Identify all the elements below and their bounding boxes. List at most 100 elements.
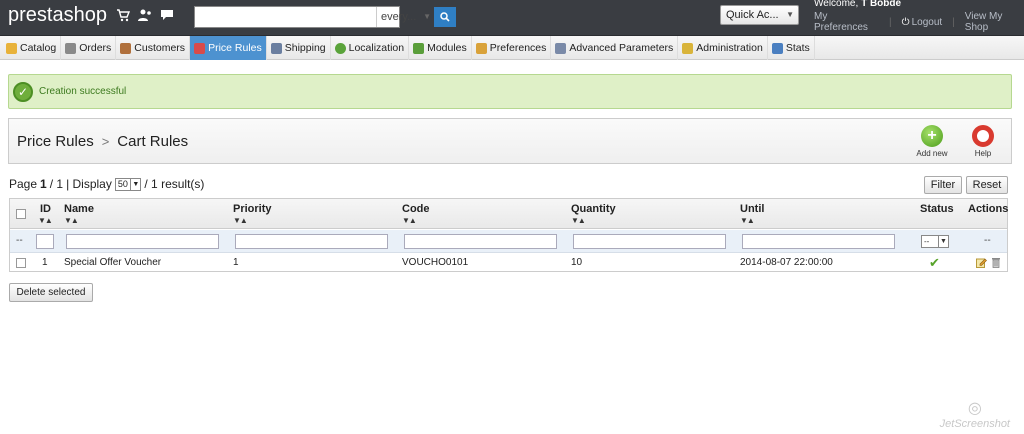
success-alert: ✓ Creation successful (8, 74, 1012, 109)
price-rules-icon (194, 42, 206, 54)
page-label: Page (9, 177, 38, 191)
header-search: every... ▼ (194, 6, 456, 28)
chevron-down-icon: ▼ (938, 236, 948, 247)
row-checkbox[interactable] (16, 258, 26, 268)
shop-logo[interactable]: prestashop (8, 4, 107, 27)
filter-priority-input[interactable] (235, 234, 388, 249)
col-quantity[interactable]: Quantity (571, 203, 616, 215)
filter-name-input[interactable] (66, 234, 219, 249)
new-messages-icon[interactable] (160, 8, 174, 22)
sort-arrows-icon[interactable]: ▼▲ (64, 216, 79, 225)
add-icon: + (921, 125, 943, 147)
tab-advanced-parameters[interactable]: Advanced Parameters (551, 36, 679, 60)
sort-arrows-icon[interactable]: ▼▲ (740, 216, 755, 225)
my-preferences-link[interactable]: My Preferences (814, 11, 879, 33)
separator: | (952, 16, 955, 28)
filter-until-input[interactable] (742, 234, 895, 249)
cell-code: VOUCHO0101 (402, 257, 469, 268)
page-heading-panel: Price Rules > Cart Rules + Add new Help (8, 118, 1012, 164)
success-message: Creation successful (39, 86, 127, 97)
breadcrumb: Price Rules > Cart Rules (17, 133, 188, 150)
col-priority[interactable]: Priority (233, 203, 272, 215)
welcome-prefix: Welcome, (814, 0, 862, 9)
breadcrumb-parent[interactable]: Price Rules (17, 133, 94, 150)
wrench-icon (555, 42, 567, 54)
cell-name: Special Offer Voucher (64, 257, 162, 268)
new-customers-icon[interactable] (138, 8, 152, 22)
breadcrumb-separator: > (101, 134, 110, 149)
tab-price-rules[interactable]: Price Rules (190, 36, 267, 60)
tab-label: Price Rules (208, 42, 262, 54)
logout-label: Logout (911, 16, 943, 28)
sort-arrows-icon[interactable]: ▼▲ (571, 216, 586, 225)
tab-localization[interactable]: Localization (331, 36, 410, 60)
delete-icon[interactable] (991, 257, 1001, 271)
tab-administration[interactable]: Administration (678, 36, 768, 60)
separator: | (889, 16, 892, 28)
help-button[interactable]: Help (969, 125, 997, 158)
col-id[interactable]: ID (40, 203, 51, 215)
col-name[interactable]: Name (64, 203, 94, 215)
filter-row: -- -- ▼ -- (10, 230, 1007, 253)
sort-arrows-icon[interactable]: ▼▲ (38, 216, 53, 225)
new-orders-icon[interactable] (116, 8, 131, 22)
search-input[interactable] (195, 7, 376, 27)
tab-label: Localization (348, 42, 405, 54)
col-code[interactable]: Code (402, 203, 430, 215)
col-actions: Actions (968, 203, 1009, 215)
tab-label: Modules (427, 42, 467, 54)
select-all-checkbox[interactable] (16, 209, 26, 219)
customers-icon (120, 42, 132, 54)
page-total: / 1 (49, 177, 64, 191)
tab-stats[interactable]: Stats (768, 36, 815, 60)
chevron-down-icon: ▼ (786, 10, 794, 19)
search-button[interactable] (434, 7, 456, 27)
edit-icon[interactable] (976, 257, 987, 271)
display-label: | Display (66, 177, 112, 191)
search-scope-select[interactable]: every... ▼ (376, 7, 434, 27)
filter-quantity-input[interactable] (573, 234, 726, 249)
welcome-text: Welcome, T Bobde (814, 0, 901, 9)
reset-button[interactable]: Reset (966, 176, 1008, 194)
filter-code-input[interactable] (404, 234, 557, 249)
tab-label: Shipping (284, 42, 326, 54)
tab-modules[interactable]: Modules (409, 36, 472, 60)
delete-selected-button[interactable]: Delete selected (9, 283, 93, 302)
check-circle-icon: ✓ (13, 81, 33, 102)
filter-dash: -- (16, 235, 23, 246)
table-header: ID ▼▲ Name ▼▲ Priority ▼▲ Code ▼▲ Quanti… (10, 199, 1009, 229)
quick-access-select[interactable]: Quick Ac... ▼ (720, 5, 799, 25)
per-page-select[interactable]: 50 ▼ (114, 177, 142, 191)
results-count: / 1 result(s) (144, 177, 205, 191)
tab-orders[interactable]: Orders (61, 36, 117, 60)
tab-catalog[interactable]: Catalog (2, 36, 62, 60)
col-until[interactable]: Until (740, 203, 764, 215)
cart-icon (65, 42, 77, 54)
status-enabled-icon[interactable]: ✔ (929, 255, 940, 271)
truck-icon (270, 42, 282, 54)
preferences-icon (475, 42, 487, 54)
logout-link[interactable]: ⏻ Logout (902, 17, 943, 28)
folder-icon (6, 42, 17, 54)
table-row[interactable]: 1 Special Offer Voucher 1 VOUCHO0101 10 … (10, 254, 1007, 272)
tab-preferences[interactable]: Preferences (472, 36, 552, 60)
filter-dash: -- (984, 235, 991, 246)
puzzle-icon (413, 42, 425, 54)
sort-arrows-icon[interactable]: ▼▲ (233, 216, 248, 225)
filter-id-input[interactable] (36, 234, 54, 249)
tab-shipping[interactable]: Shipping (267, 36, 331, 60)
filter-status-value: -- (924, 237, 930, 246)
quick-access-label: Quick Ac... (726, 9, 779, 21)
view-my-shop-link[interactable]: View My Shop (965, 11, 1024, 33)
tab-customers[interactable]: Customers (116, 36, 191, 60)
page-current: 1 (40, 177, 47, 191)
lifebuoy-icon (972, 125, 994, 147)
cell-id: 1 (42, 257, 48, 268)
watermark-text: JetScreenshot (939, 418, 1010, 430)
col-status: Status (920, 203, 954, 215)
filter-button[interactable]: Filter (924, 176, 962, 194)
header-links: My Preferences | ⏻ Logout | View My Shop (814, 11, 1024, 33)
filter-status-select[interactable]: -- ▼ (921, 235, 949, 248)
sort-arrows-icon[interactable]: ▼▲ (402, 216, 417, 225)
add-new-button[interactable]: + Add new (913, 125, 951, 158)
